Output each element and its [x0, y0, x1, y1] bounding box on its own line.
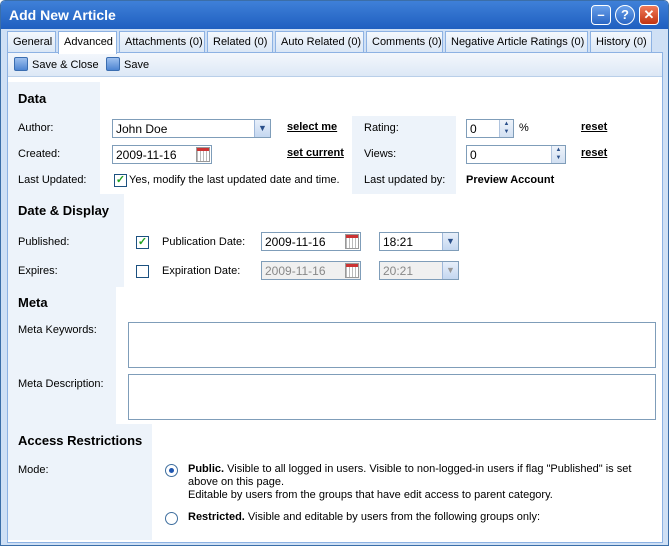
restricted-description: Restricted. Visible and editable by user…: [188, 511, 648, 524]
meta-description-textarea[interactable]: [128, 374, 656, 420]
published-checkbox[interactable]: ✓: [136, 236, 149, 249]
dialog-window: Add New Article – ? ✕ General Advanced A…: [0, 0, 669, 546]
section-heading: Date & Display: [8, 194, 124, 228]
publication-time-select[interactable]: 18:21 ▼: [379, 232, 459, 251]
publication-date-field[interactable]: 2009-11-16: [261, 232, 361, 251]
expiration-time-select: 20:21 ▼: [379, 261, 459, 280]
expires-label: Expires:: [8, 258, 124, 287]
tab-related[interactable]: Related (0): [207, 31, 273, 53]
window-title: Add New Article: [9, 7, 116, 23]
expiration-date-label: Expiration Date:: [162, 265, 241, 277]
chevron-down-icon: ▼: [442, 262, 458, 279]
public-line-1: Visible to all logged in users. Visible …: [227, 463, 632, 475]
author-row: Author: John Doe ▼ select me Rating: 0 ▲…: [8, 116, 662, 142]
minimize-icon[interactable]: –: [591, 5, 611, 25]
section-date-display: Date & Display: [8, 194, 662, 228]
last-updated-checkbox-label: Yes, modify the last updated date and ti…: [129, 174, 340, 186]
tab-panel: Save & Close Save Data Author: John Doe …: [7, 52, 663, 543]
expires-checkbox[interactable]: [136, 265, 149, 278]
tab-negative-article-ratings[interactable]: Negative Article Ratings (0): [445, 31, 588, 53]
meta-description-label: Meta Description:: [8, 372, 116, 424]
close-icon[interactable]: ✕: [639, 5, 659, 25]
last-updated-by-label: Last updated by:: [352, 168, 456, 194]
author-select[interactable]: John Doe ▼: [112, 119, 271, 138]
created-date-field[interactable]: 2009-11-16: [112, 145, 212, 164]
tab-advanced[interactable]: Advanced: [58, 31, 117, 54]
section-heading: Data: [8, 82, 100, 116]
select-me-link[interactable]: select me: [287, 121, 337, 133]
expiration-date-value: 2009-11-16: [265, 264, 326, 278]
restricted-text: Visible and editable by users from the f…: [247, 511, 540, 523]
tab-attachments[interactable]: Attachments (0): [119, 31, 205, 53]
publication-date-value: 2009-11-16: [265, 235, 326, 249]
section-access-restrictions: Access Restrictions: [8, 424, 662, 458]
published-row: Published: ✓ Publication Date: 2009-11-1…: [8, 228, 662, 258]
rating-label: Rating:: [352, 116, 456, 142]
save-label: Save: [124, 59, 150, 71]
public-radio[interactable]: [165, 464, 178, 477]
rating-stepper[interactable]: 0 ▲ ▼: [466, 119, 514, 138]
set-current-link[interactable]: set current: [287, 147, 344, 159]
chevron-down-icon[interactable]: ▼: [442, 233, 458, 250]
rating-unit: %: [519, 122, 529, 134]
author-label: Author:: [8, 116, 100, 142]
calendar-icon[interactable]: [196, 147, 210, 162]
published-label: Published:: [8, 228, 124, 258]
expiration-date-field: 2009-11-16: [261, 261, 361, 280]
last-updated-label: Last Updated:: [8, 168, 100, 194]
public-line-2: above on this page.: [188, 476, 285, 488]
rating-reset-link[interactable]: reset: [581, 121, 607, 133]
last-updated-row: Last Updated: ✓ Yes, modify the last upd…: [8, 168, 662, 194]
publication-date-label: Publication Date:: [162, 236, 246, 248]
expires-row: Expires: Expiration Date: 2009-11-16 20:…: [8, 258, 662, 287]
views-value: 0: [470, 148, 477, 162]
views-label: Views:: [352, 142, 456, 168]
spinner-icon[interactable]: ▲ ▼: [499, 120, 513, 137]
tab-general[interactable]: General: [7, 31, 56, 53]
save-icon: [106, 57, 120, 71]
save-close-label: Save & Close: [32, 59, 99, 71]
tab-history[interactable]: History (0): [590, 31, 652, 53]
toolbar: Save & Close Save: [8, 53, 662, 77]
save-close-button[interactable]: Save & Close: [14, 57, 99, 73]
meta-keywords-textarea[interactable]: [128, 322, 656, 368]
public-description: Public. Visible to all logged in users. …: [188, 463, 648, 502]
last-updated-by-value: Preview Account: [466, 174, 555, 186]
spinner-icon[interactable]: ▲ ▼: [551, 146, 565, 163]
section-meta: Meta: [8, 286, 662, 320]
title-bar[interactable]: Add New Article – ? ✕: [1, 1, 668, 29]
meta-keywords-row: Meta Keywords:: [8, 320, 662, 372]
rating-value: 0: [470, 122, 477, 136]
publication-time-value: 18:21: [383, 235, 414, 249]
created-label: Created:: [8, 142, 100, 168]
help-icon[interactable]: ?: [615, 5, 635, 25]
save-icon: [14, 57, 28, 71]
mode-label: Mode:: [8, 458, 152, 540]
section-heading: Meta: [8, 286, 116, 320]
author-value: John Doe: [116, 122, 168, 136]
views-stepper[interactable]: 0 ▲ ▼: [466, 145, 566, 164]
calendar-icon[interactable]: [345, 234, 359, 249]
public-line-3: Editable by users from the groups that h…: [188, 489, 553, 501]
meta-keywords-label: Meta Keywords:: [8, 320, 116, 372]
last-updated-checkbox[interactable]: ✓: [114, 174, 127, 187]
expiration-time-value: 20:21: [383, 264, 414, 278]
save-button[interactable]: Save: [106, 57, 149, 73]
tab-comments[interactable]: Comments (0): [366, 31, 443, 53]
restricted-radio[interactable]: [165, 512, 178, 525]
calendar-icon: [345, 263, 359, 278]
section-heading: Access Restrictions: [8, 424, 152, 458]
chevron-down-icon[interactable]: ▼: [254, 120, 270, 137]
mode-row: Mode: Public. Visible to all logged in u…: [8, 458, 662, 540]
created-value: 2009-11-16: [116, 148, 177, 162]
restricted-title: Restricted.: [188, 511, 245, 523]
form-content: Data Author: John Doe ▼ select me Rating…: [8, 78, 662, 542]
public-title: Public.: [188, 463, 225, 475]
views-reset-link[interactable]: reset: [581, 147, 607, 159]
section-data: Data: [8, 82, 662, 116]
tab-auto-related[interactable]: Auto Related (0): [275, 31, 364, 53]
created-row: Created: 2009-11-16 set current Views: 0…: [8, 142, 662, 168]
meta-description-row: Meta Description:: [8, 372, 662, 424]
